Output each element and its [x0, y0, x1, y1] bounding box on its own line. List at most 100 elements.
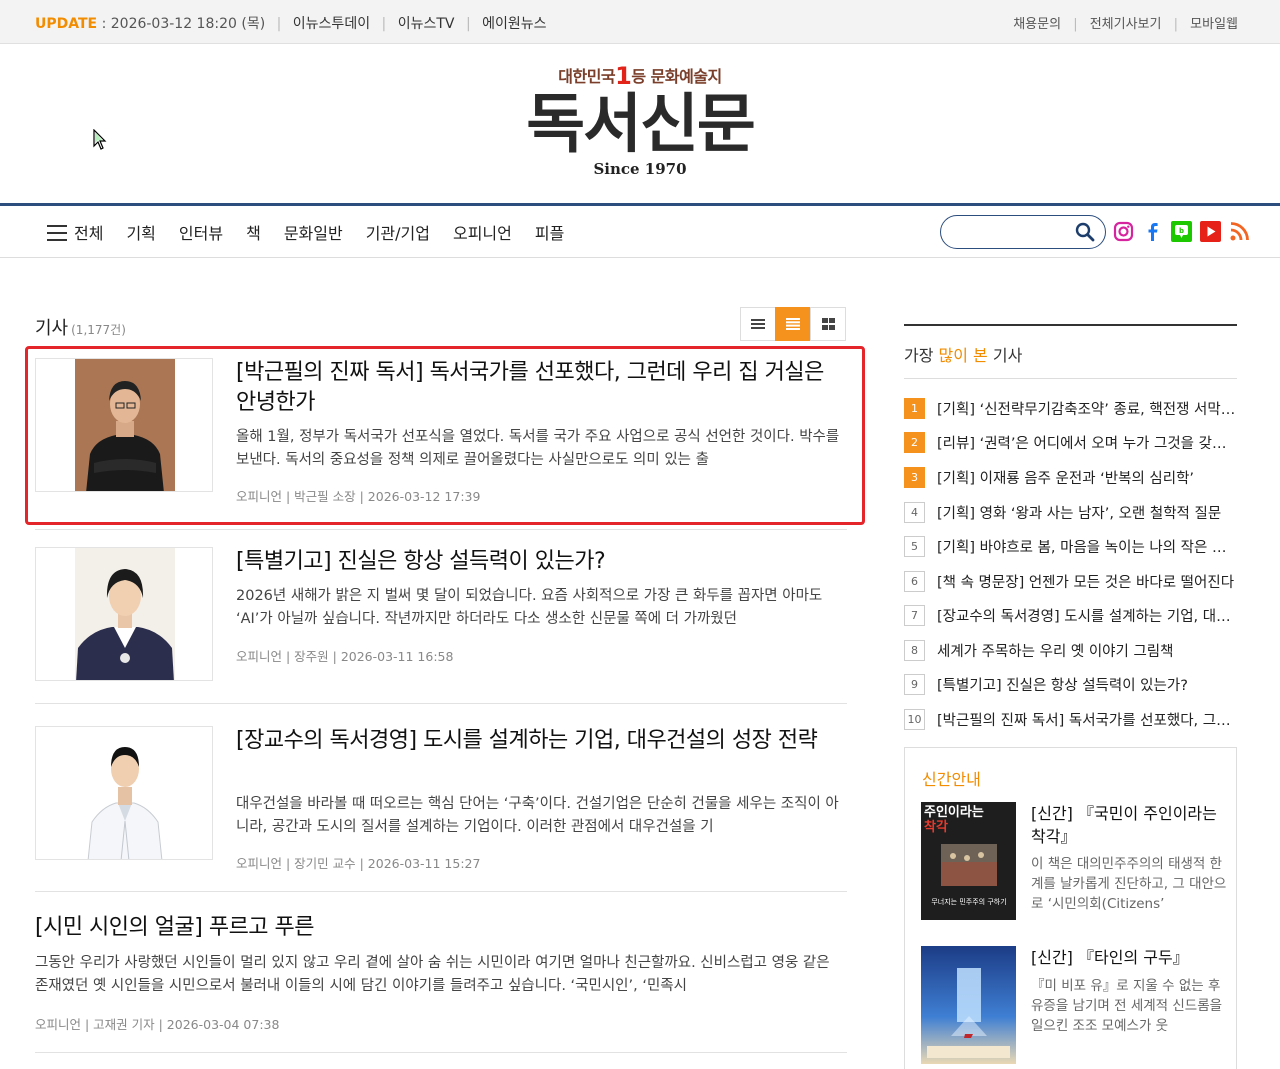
rss-icon[interactable]	[1228, 220, 1251, 243]
article-meta: 오피니언 | 박근필 소장 | 2026-03-12 17:39	[236, 489, 481, 504]
link-enewstoday[interactable]: 이뉴스투데이	[293, 16, 370, 32]
youtube-icon[interactable]	[1199, 220, 1222, 243]
link-a1news[interactable]: 에이원뉴스	[482, 16, 546, 32]
article-meta: 오피니언 | 고재권 기자 | 2026-03-04 07:38	[35, 1017, 280, 1032]
book-item[interactable]: 주인이라는 착각 무너지는 민주주의 구하기 [신간] 『국민이 주인이라는 착…	[921, 802, 1233, 920]
popular-item[interactable]: 8 세계가 주목하는 우리 옛 이야기 그림책	[904, 633, 1237, 667]
popular-item[interactable]: 4 [기획] 영화 ‘왕과 사는 남자’, 오랜 철학적 질문	[904, 495, 1237, 529]
top-bar: UPDATE : 2026-03-12 18:20 (목) | 이뉴스투데이 |…	[0, 0, 1280, 44]
article-meta: 오피니언 | 장기민 교수 | 2026-03-11 15:27	[236, 856, 481, 871]
site-logo[interactable]: 대한민국1등 문화예술지 독서신문 Since 1970	[500, 62, 780, 192]
social-links: b	[1112, 220, 1251, 243]
article-summary: 2026년 새해가 밝은 지 벌써 몇 달이 되었습니다. 요즘 사회적으로 가…	[236, 588, 823, 627]
link-recruit[interactable]: 채용문의	[1013, 17, 1061, 32]
search-input[interactable]	[953, 217, 1073, 247]
book-summary: 『미 비포 유』로 지울 수 없는 후유증을 남기며 전 세계적 신드롬을 일으…	[1031, 978, 1223, 1034]
update-colon: :	[101, 16, 111, 32]
mouse-cursor-icon	[93, 129, 107, 150]
article-item[interactable]: [시민 시인의 얼굴] 푸르고 푸른 그동안 우리가 사랑했던 시인들이 멀리 …	[35, 913, 847, 1037]
divider	[35, 529, 847, 530]
search-icon[interactable]	[1075, 222, 1095, 242]
top-bar-right: 채용문의 | 전체기사보기 | 모바일웹	[1013, 17, 1238, 32]
nav-item-book[interactable]: 책	[246, 220, 261, 244]
rank-number: 9	[904, 673, 925, 695]
instagram-icon[interactable]	[1112, 220, 1135, 243]
book-item[interactable]: [신간] 『타인의 구두』 『미 비포 유』로 지울 수 없는 후유증을 남기며…	[921, 946, 1233, 1064]
article-item[interactable]: [특별기고] 진실은 항상 설득력이 있는가? 2026년 새해가 밝은 지 벌…	[35, 547, 847, 681]
view-grid-button[interactable]	[810, 307, 846, 341]
article-thumbnail[interactable]	[35, 547, 213, 681]
new-books-box: 신간안내 주인이라는 착각 무너지는 민주주의 구하기 [신간] 『국민이 주인…	[904, 747, 1237, 1069]
book-summary: 이 책은 대의민주주의의 태생적 한계를 날카롭게 진단하고, 그 대안으로 ‘…	[1031, 856, 1227, 912]
book-title[interactable]: [신간] 『타인의 구두』	[1031, 946, 1231, 969]
nav-item-all[interactable]: 전체	[47, 220, 103, 244]
new-books-title: 신간안내	[922, 770, 981, 789]
list-view-icon	[751, 319, 765, 329]
nav-item-institution[interactable]: 기관/기업	[366, 220, 430, 244]
popular-item[interactable]: 5 [기획] 바야흐로 봄, 마음을 녹이는 나의 작은 정원	[904, 529, 1237, 563]
svg-text:무너지는 민주주의 구하기: 무너지는 민주주의 구하기	[931, 897, 1006, 906]
person-photo	[75, 359, 175, 491]
rank-number: 6	[904, 570, 925, 592]
article-thumbnail[interactable]	[35, 358, 213, 492]
search-box	[940, 215, 1106, 249]
list-heading: 기사 (1,177건)	[35, 318, 126, 339]
logo-tagline: 대한민국1등 문화예술지	[558, 62, 722, 90]
link-mobile-web[interactable]: 모바일웹	[1190, 17, 1238, 32]
book-cover-image	[921, 946, 1016, 1064]
article-title[interactable]: [특별기고] 진실은 항상 설득력이 있는가?	[236, 547, 846, 577]
blog-icon[interactable]: b	[1170, 220, 1193, 243]
article-meta: 오피니언 | 장주원 | 2026-03-11 16:58	[236, 649, 454, 664]
nav-item-people[interactable]: 피플	[535, 220, 564, 244]
article-thumbnail[interactable]	[35, 726, 213, 860]
article-item[interactable]: [장교수의 독서경영] 도시를 설계하는 기업, 대우건설의 성장 전략 대우건…	[35, 726, 847, 871]
svg-text:주인이라는: 주인이라는	[924, 804, 984, 820]
logo-name: 독서신문	[526, 88, 756, 162]
view-switcher	[740, 307, 846, 341]
nav-item-culture[interactable]: 문화일반	[284, 220, 343, 244]
update-label: UPDATE	[35, 16, 98, 32]
link-all-articles[interactable]: 전체기사보기	[1090, 17, 1162, 32]
rank-number: 7	[904, 604, 925, 626]
rank-number: 3	[904, 466, 925, 488]
popular-item[interactable]: 1 [기획] ‘신전략무기감축조약’ 종료, 핵전쟁 서막인가	[904, 391, 1237, 425]
rank-number: 10	[904, 708, 925, 730]
svg-text:b: b	[1179, 227, 1184, 235]
article-summary: 그동안 우리가 사랑했던 시인들이 멀리 있지 않고 우리 곁에 살아 숨 쉬는…	[35, 955, 830, 994]
grid-view-icon	[821, 318, 835, 330]
rank-number: 5	[904, 535, 925, 557]
article-summary: 올해 1월, 정부가 독서국가 선포식을 열었다. 독서를 국가 주요 사업으로…	[236, 429, 840, 468]
nav-item-opinion[interactable]: 오피니언	[453, 220, 512, 244]
popular-item[interactable]: 6 [책 속 명문장] 언젠가 모든 것은 바다로 떨어진다	[904, 564, 1237, 598]
person-photo	[36, 727, 212, 859]
article-title[interactable]: [시민 시인의 얼굴] 푸르고 푸른	[35, 913, 847, 943]
facebook-icon[interactable]	[1141, 220, 1164, 243]
masthead: 대한민국1등 문화예술지 독서신문 Since 1970	[0, 44, 1280, 204]
divider	[35, 891, 847, 892]
popular-item[interactable]: 10 [박근필의 진짜 독서] 독서국가를 선포했다, 그런데	[904, 702, 1237, 736]
popular-item[interactable]: 2 [리뷰] ‘권력’은 어디에서 오며 누가 그것을 갖는가	[904, 425, 1237, 459]
update-time: 2026-03-12 18:20 (목)	[110, 16, 266, 32]
book-cover[interactable]: 주인이라는 착각 무너지는 민주주의 구하기	[921, 802, 1016, 920]
article-title[interactable]: [박근필의 진짜 독서] 독서국가를 선포했다, 그런데 우리 집 거실은 안녕…	[236, 358, 846, 418]
popular-item[interactable]: 7 [장교수의 독서경영] 도시를 설계하는 기업, 대우건설	[904, 598, 1237, 632]
logo-since: Since 1970	[593, 160, 687, 178]
article-item[interactable]: [박근필의 진짜 독서] 독서국가를 선포했다, 그런데 우리 집 거실은 안녕…	[35, 358, 847, 504]
link-enewstv[interactable]: 이뉴스TV	[398, 16, 455, 32]
top-bar-left: UPDATE : 2026-03-12 18:20 (목) | 이뉴스투데이 |…	[35, 16, 547, 32]
view-list-button[interactable]	[740, 307, 776, 341]
article-title[interactable]: [장교수의 독서경영] 도시를 설계하는 기업, 대우건설의 성장 전략	[236, 726, 846, 756]
rank-number: 8	[904, 639, 925, 661]
book-cover-image: 주인이라는 착각 무너지는 민주주의 구하기	[921, 802, 1016, 920]
popular-item[interactable]: 3 [기획] 이재룡 음주 운전과 ‘반복의 심리학’	[904, 460, 1237, 494]
view-summary-button[interactable]	[775, 307, 811, 341]
book-title[interactable]: [신간] 『국민이 주인이라는 착각』	[1031, 802, 1231, 848]
popular-item[interactable]: 9 [특별기고] 진실은 항상 설득력이 있는가?	[904, 667, 1237, 701]
nav-item-interview[interactable]: 인터뷰	[179, 220, 223, 244]
nav-menu: 전체 기획 인터뷰 책 문화일반 기관/기업 오피니언 피플	[47, 220, 587, 244]
nav-item-planning[interactable]: 기획	[126, 220, 155, 244]
rank-number: 2	[904, 431, 925, 453]
book-cover[interactable]	[921, 946, 1016, 1064]
rank-number: 4	[904, 501, 925, 523]
rank-number: 1	[904, 397, 925, 419]
